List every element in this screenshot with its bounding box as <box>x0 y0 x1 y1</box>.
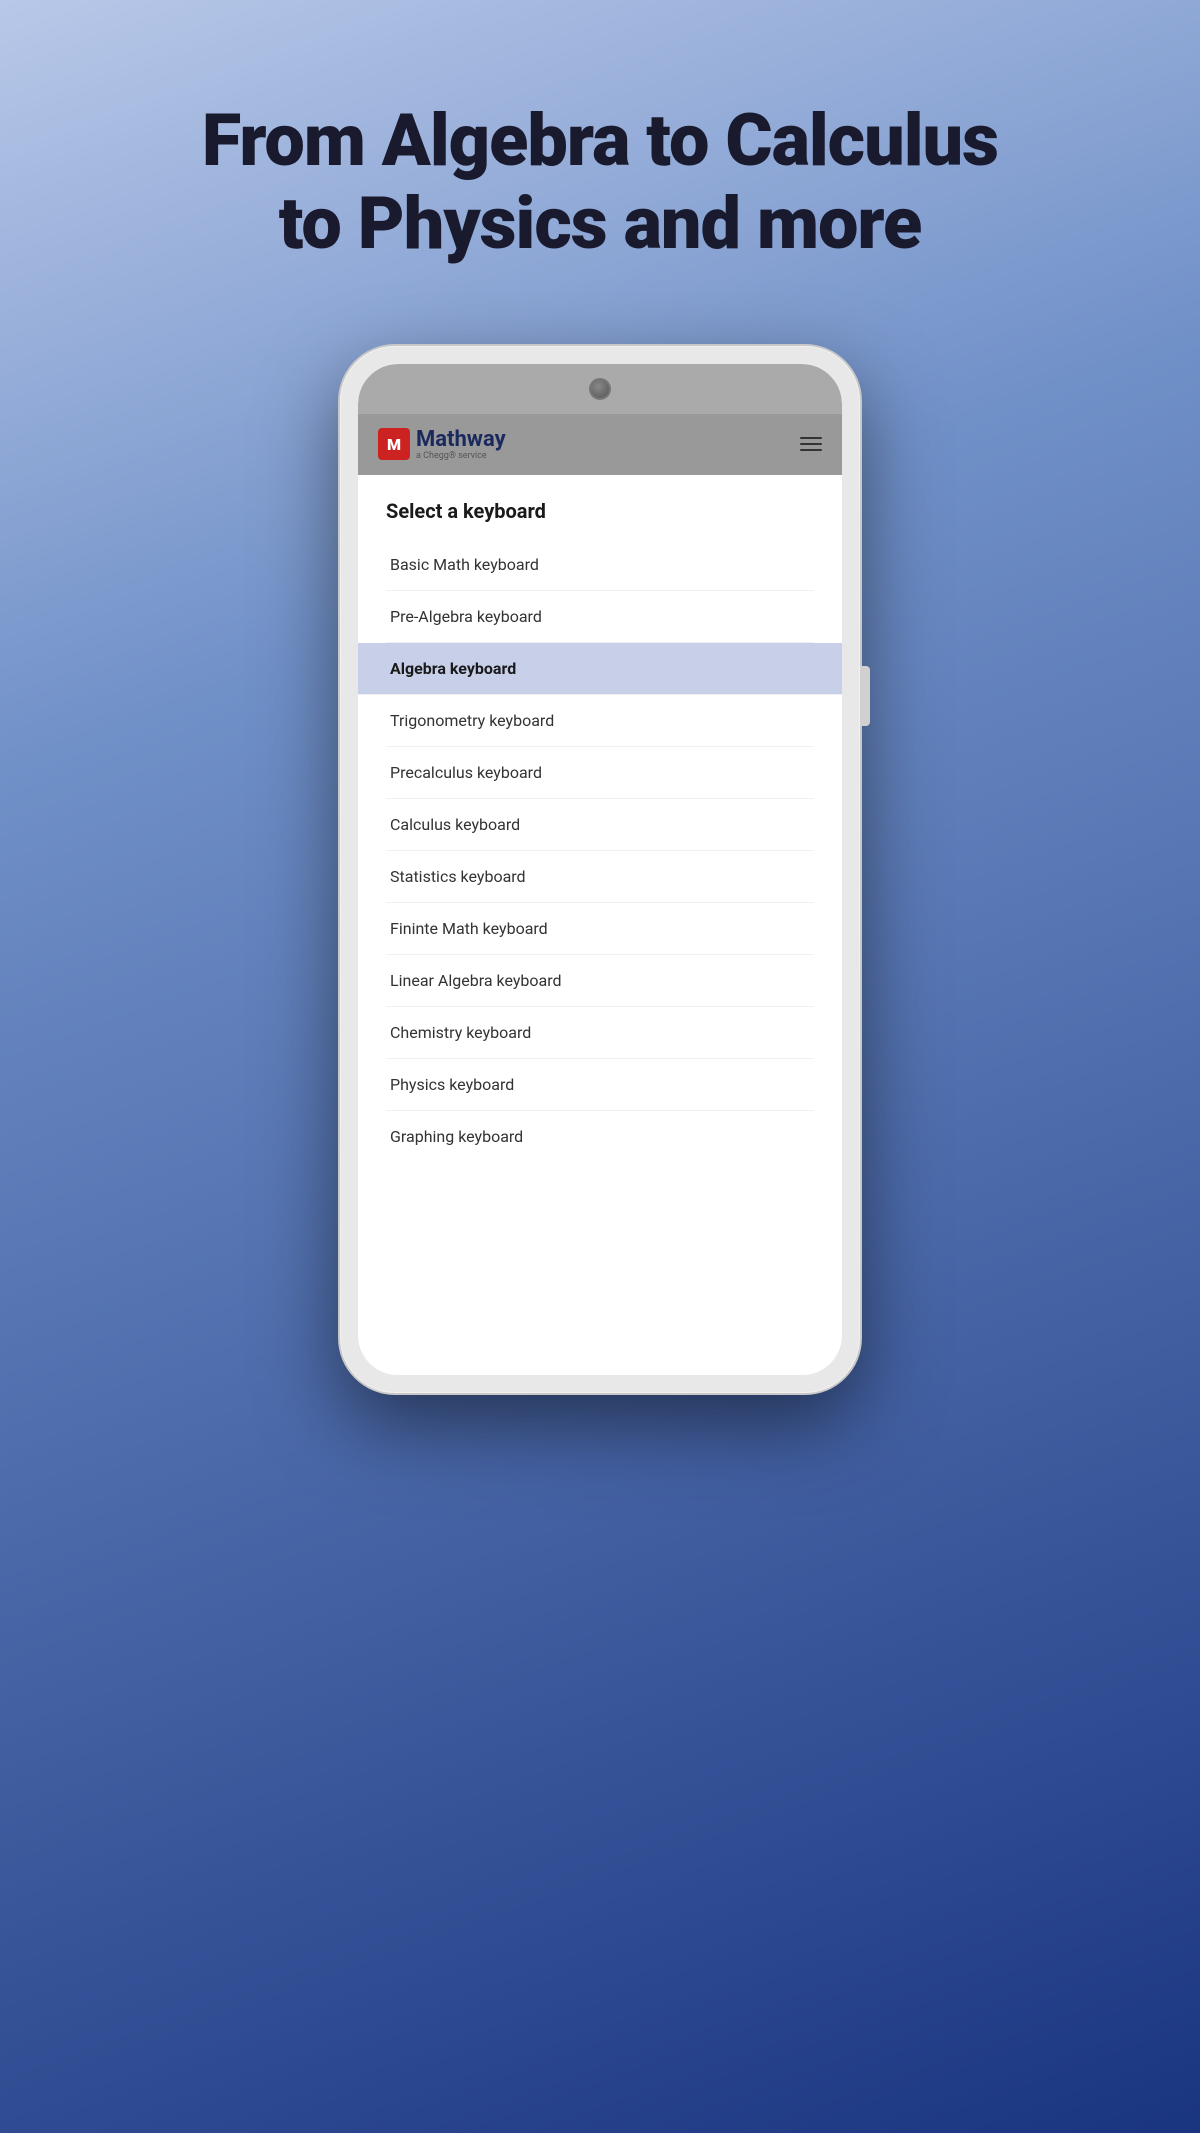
app-content: Select a keyboard Basic Math keyboardPre… <box>358 475 842 1375</box>
phone-frame: M Mathway a Chegg® service Select a keyb… <box>340 346 860 1393</box>
mathway-logo: M Mathway a Chegg® service <box>378 428 506 461</box>
phone-screen: M Mathway a Chegg® service Select a keyb… <box>358 364 842 1375</box>
keyboard-list: Basic Math keyboardPre-Algebra keyboardA… <box>386 539 814 1162</box>
logo-icon: M <box>378 428 410 460</box>
logo-text-block: Mathway a Chegg® service <box>416 428 506 461</box>
hamburger-menu-button[interactable] <box>800 437 822 451</box>
keyboard-selector-title: Select a keyboard <box>386 499 814 523</box>
hamburger-line-3 <box>800 449 822 451</box>
keyboard-list-item-1[interactable]: Pre-Algebra keyboard <box>386 591 814 643</box>
keyboard-list-item-11[interactable]: Graphing keyboard <box>386 1111 814 1162</box>
phone-camera <box>589 378 611 400</box>
keyboard-list-item-10[interactable]: Physics keyboard <box>386 1059 814 1111</box>
keyboard-list-item-0[interactable]: Basic Math keyboard <box>386 539 814 591</box>
hamburger-line-2 <box>800 443 822 445</box>
keyboard-list-item-8[interactable]: Linear Algebra keyboard <box>386 955 814 1007</box>
app-header: M Mathway a Chegg® service <box>358 414 842 475</box>
keyboard-list-item-6[interactable]: Statistics keyboard <box>386 851 814 903</box>
keyboard-list-item-2[interactable]: Algebra keyboard <box>358 643 842 695</box>
keyboard-list-item-9[interactable]: Chemistry keyboard <box>386 1007 814 1059</box>
logo-subtitle: a Chegg® service <box>416 452 506 461</box>
page-title: From Algebra to Calculus to Physics and … <box>122 100 1078 266</box>
hamburger-line-1 <box>800 437 822 439</box>
keyboard-list-item-5[interactable]: Calculus keyboard <box>386 799 814 851</box>
keyboard-list-item-7[interactable]: Fininte Math keyboard <box>386 903 814 955</box>
phone-side-button <box>860 666 870 726</box>
logo-name: Mathway <box>416 428 506 452</box>
phone-top-bar <box>358 364 842 414</box>
keyboard-list-item-4[interactable]: Precalculus keyboard <box>386 747 814 799</box>
keyboard-list-item-3[interactable]: Trigonometry keyboard <box>386 695 814 747</box>
